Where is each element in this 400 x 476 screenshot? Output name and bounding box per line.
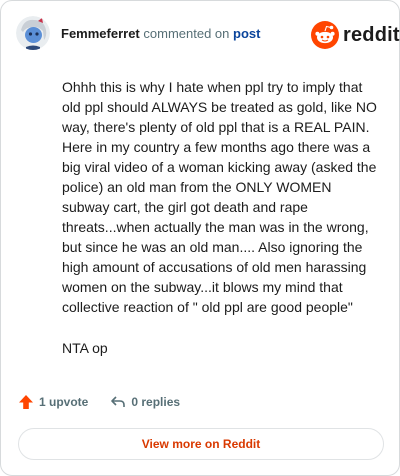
action-text: commented on [143, 26, 230, 41]
reply-arrow-icon [111, 396, 126, 407]
comment-footer: 1 upvote 0 replies [18, 394, 180, 410]
avatar-image [16, 16, 50, 50]
view-more-button[interactable]: View more on Reddit [18, 428, 384, 460]
comment-paragraph: NTA op [62, 340, 108, 356]
reddit-logo-icon [311, 21, 339, 49]
author-name[interactable]: Femmeferret [61, 26, 140, 41]
comment-card: Femmeferret commented on post reddit Ohh… [0, 0, 400, 476]
reply-button[interactable]: 0 replies [110, 394, 180, 410]
comment-header: Femmeferret commented on post [61, 26, 260, 42]
avatar[interactable] [16, 16, 50, 50]
upvote-button[interactable]: 1 upvote [18, 394, 88, 410]
brand-wordmark: reddit [343, 24, 400, 46]
comment-paragraph: Ohhh this is why I hate when ppl try to … [62, 79, 381, 315]
reply-count: 0 replies [131, 395, 181, 409]
reddit-brand[interactable]: reddit [311, 21, 400, 49]
post-link[interactable]: post [233, 26, 260, 41]
upvote-count: 1 upvote [39, 395, 89, 409]
upvote-arrow-icon [19, 395, 33, 409]
comment-body: Ohhh this is why I hate when ppl try to … [62, 77, 380, 379]
